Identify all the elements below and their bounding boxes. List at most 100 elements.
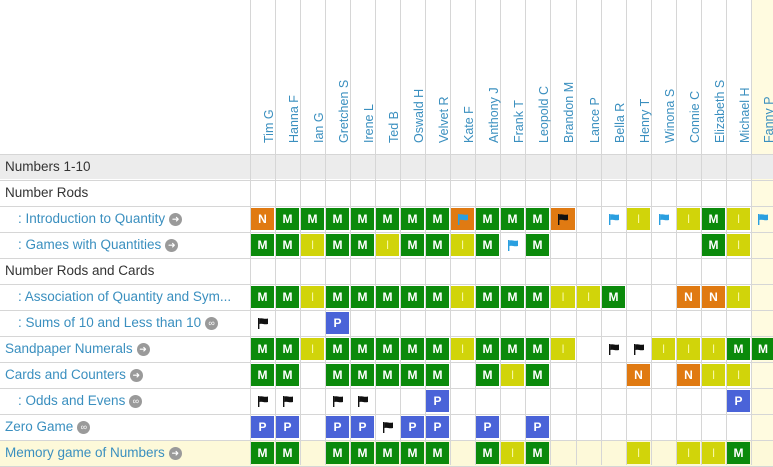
progress-cell[interactable]: M	[351, 338, 374, 360]
progress-cell[interactable]: M	[251, 364, 274, 386]
progress-cell[interactable]: I	[501, 364, 524, 386]
progress-cell[interactable]: M	[501, 338, 524, 360]
lesson-link[interactable]: : Association of Quantity and Sym...	[18, 284, 246, 310]
progress-cell[interactable]: M	[376, 442, 399, 464]
progress-cell[interactable]: M	[426, 286, 449, 308]
progress-cell[interactable]: I	[677, 208, 700, 230]
student-header[interactable]: Gretchen S	[325, 2, 351, 152]
progress-cell[interactable]: M	[276, 338, 299, 360]
student-header[interactable]: Anthony J	[475, 2, 501, 152]
progress-cell[interactable]: M	[276, 442, 299, 464]
lesson-link[interactable]: : Introduction to Quantity ➜	[18, 206, 246, 232]
progress-cell[interactable]: I	[627, 208, 650, 230]
progress-cell[interactable]: I	[727, 208, 750, 230]
progress-cell[interactable]: P	[426, 390, 449, 412]
progress-cell[interactable]: M	[376, 208, 399, 230]
lesson-link[interactable]: : Sums of 10 and Less than 10 ∞	[18, 310, 246, 336]
progress-cell[interactable]: M	[326, 442, 349, 464]
student-header[interactable]: Lance P	[576, 2, 602, 152]
progress-cell[interactable]: M	[501, 208, 524, 230]
black-flag-icon[interactable]	[251, 390, 274, 412]
lesson-link[interactable]: Memory game of Numbers ➜	[5, 440, 246, 466]
student-name[interactable]: Winona S	[663, 89, 677, 143]
student-name[interactable]: Ian G	[312, 112, 326, 143]
student-header[interactable]: Ted B	[375, 2, 401, 152]
progress-cell[interactable]: M	[376, 338, 399, 360]
progress-cell[interactable]: M	[401, 442, 424, 464]
student-header[interactable]: Elizabeth S	[701, 2, 727, 152]
student-name[interactable]: Kate F	[462, 106, 476, 143]
blue-flag-icon[interactable]	[501, 234, 524, 256]
arrow-right-icon[interactable]: ➜	[136, 342, 150, 356]
progress-cell[interactable]: M	[351, 364, 374, 386]
progress-cell[interactable]: I	[727, 234, 750, 256]
progress-cell[interactable]: P	[426, 416, 449, 438]
student-name[interactable]: Velvet R	[437, 96, 451, 143]
progress-cell[interactable]: M	[401, 364, 424, 386]
progress-cell[interactable]: M	[727, 338, 750, 360]
progress-cell[interactable]: I	[376, 234, 399, 256]
student-name[interactable]: Henry T	[638, 99, 652, 143]
progress-cell[interactable]: M	[426, 234, 449, 256]
progress-cell[interactable]: M	[251, 338, 274, 360]
progress-cell[interactable]: M	[276, 234, 299, 256]
progress-cell[interactable]: P	[351, 416, 374, 438]
progress-cell[interactable]: I	[702, 364, 725, 386]
black-flag-icon[interactable]	[602, 338, 625, 360]
progress-cell[interactable]: I	[301, 286, 324, 308]
progress-cell[interactable]: M	[476, 286, 499, 308]
progress-cell[interactable]: P	[476, 416, 499, 438]
progress-cell[interactable]: M	[426, 442, 449, 464]
progress-cell[interactable]: I	[301, 234, 324, 256]
student-header[interactable]: Michael H	[726, 2, 752, 152]
progress-cell[interactable]: M	[326, 286, 349, 308]
lesson-link[interactable]: : Games with Quantities ➜	[18, 232, 246, 258]
student-name[interactable]: Brandon M	[562, 82, 576, 143]
progress-cell[interactable]: M	[376, 286, 399, 308]
progress-cell[interactable]: P	[727, 390, 750, 412]
lesson-link[interactable]: Zero Game ∞	[5, 414, 246, 440]
progress-cell[interactable]: M	[702, 208, 725, 230]
progress-cell[interactable]: M	[476, 234, 499, 256]
progress-cell[interactable]: N	[677, 364, 700, 386]
student-header[interactable]: Frank T	[500, 2, 526, 152]
progress-cell[interactable]: M	[376, 364, 399, 386]
student-name[interactable]: Michael H	[738, 87, 752, 143]
progress-cell[interactable]: M	[526, 364, 549, 386]
progress-cell[interactable]: N	[677, 286, 700, 308]
progress-cell[interactable]: N	[251, 208, 274, 230]
black-flag-icon[interactable]	[276, 390, 299, 412]
progress-cell[interactable]: M	[326, 208, 349, 230]
student-header[interactable]: Kate F	[450, 2, 476, 152]
student-name[interactable]: Tim G	[262, 109, 276, 143]
progress-cell[interactable]: I	[501, 442, 524, 464]
blue-flag-icon[interactable]	[752, 208, 773, 230]
progress-cell[interactable]: M	[351, 442, 374, 464]
black-flag-icon[interactable]	[627, 338, 650, 360]
student-header[interactable]: Connie C	[676, 2, 702, 152]
student-name[interactable]: Frank T	[512, 100, 526, 143]
progress-cell[interactable]: M	[426, 338, 449, 360]
progress-cell[interactable]: M	[602, 286, 625, 308]
progress-cell[interactable]: M	[426, 208, 449, 230]
loop-icon[interactable]: ∞	[129, 394, 143, 408]
progress-cell[interactable]: M	[401, 286, 424, 308]
student-header[interactable]: Velvet R	[425, 2, 451, 152]
progress-cell[interactable]: I	[727, 286, 750, 308]
student-name[interactable]: Bella R	[613, 103, 627, 143]
student-name[interactable]: Lance P	[588, 97, 602, 143]
student-header[interactable]: Irene L	[350, 2, 376, 152]
progress-cell[interactable]: I	[451, 338, 474, 360]
progress-cell[interactable]: M	[526, 338, 549, 360]
student-name[interactable]: Irene L	[362, 104, 376, 143]
student-name[interactable]: Leopold C	[537, 86, 551, 143]
student-name[interactable]: Connie C	[688, 91, 702, 143]
lesson-link[interactable]: Cards and Counters ➜	[5, 362, 246, 388]
arrow-right-icon[interactable]: ➜	[165, 238, 179, 252]
progress-cell[interactable]: M	[326, 364, 349, 386]
progress-cell[interactable]: M	[476, 442, 499, 464]
student-header[interactable]: Oswald H	[400, 2, 426, 152]
progress-cell[interactable]: I	[652, 338, 675, 360]
progress-cell[interactable]: M	[501, 286, 524, 308]
student-header[interactable]: Winona S	[651, 2, 677, 152]
